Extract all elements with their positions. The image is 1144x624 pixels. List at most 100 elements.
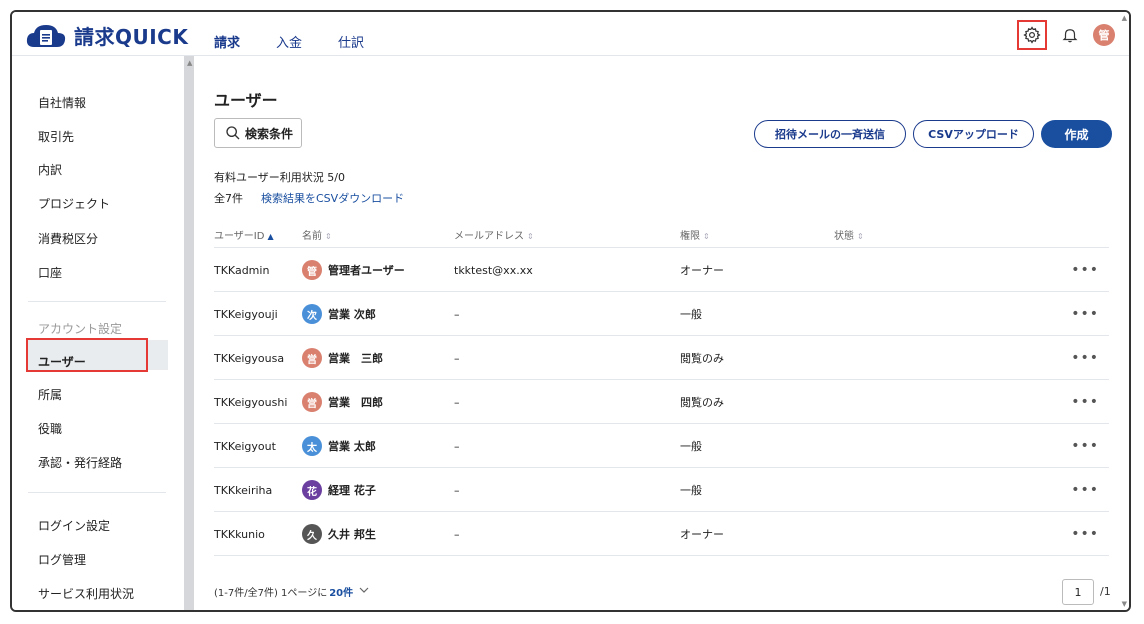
settings-button[interactable]: [1017, 20, 1047, 50]
csv-download-link[interactable]: 検索結果をCSVダウンロード: [261, 190, 404, 206]
name-cell: 太 営業 太郎: [302, 424, 376, 468]
user-avatar: 営: [302, 392, 322, 412]
role-cell: 一般: [680, 440, 702, 453]
name-cell: 営 営業 三郎: [302, 336, 383, 380]
page-number-input[interactable]: 1: [1062, 579, 1094, 605]
user-name: 営業 四郎: [328, 396, 383, 409]
notification-button[interactable]: [1059, 24, 1081, 46]
row-more-icon[interactable]: •••: [1071, 248, 1099, 292]
role-cell: 一般: [680, 308, 702, 321]
column-header-email[interactable]: メールアドレス ⇕: [454, 227, 534, 242]
name-cell: 次 営業 次郎: [302, 292, 376, 336]
app-window: 請求QUICK 請求 入金 仕訳 管 自社情報 取引先 内訳 プロジェクト 消費…: [10, 10, 1131, 612]
column-header-role[interactable]: 権限 ⇕: [680, 227, 710, 242]
column-header-user-id[interactable]: ユーザーID ▲: [214, 227, 274, 242]
table-row[interactable]: TKKeigyouji 次 営業 次郎 – 一般 •••: [214, 292, 1109, 336]
role-cell: オーナー: [680, 264, 724, 277]
sidebar-section-account-settings: アカウント設定: [38, 322, 123, 336]
sort-icon: ⇕: [703, 232, 710, 241]
sidebar-item-service-usage[interactable]: サービス利用状況: [38, 585, 134, 602]
user-name: 久井 邦生: [328, 528, 376, 541]
main-content: ユーザー 検索条件 招待メールの一斉送信 CSVアップロード 作成 有料ユーザー…: [194, 56, 1129, 610]
email-cell: –: [454, 483, 460, 497]
column-header-status[interactable]: 状態 ⇕: [834, 227, 864, 242]
sidebar-item-tax-category[interactable]: 消費税区分: [38, 230, 98, 247]
email-cell: –: [454, 439, 460, 453]
user-id-cell: TKKeigyout: [214, 439, 276, 453]
nav-tab-invoice[interactable]: 請求: [214, 32, 240, 57]
sort-ascending-icon: ▲: [267, 232, 274, 241]
pagination-range: (1-7件/全7件) 1ページに: [214, 588, 328, 599]
table-row[interactable]: TKKeigyoushi 営 営業 四郎 – 閲覧のみ •••: [214, 380, 1109, 424]
column-header-label: 名前: [302, 231, 322, 242]
email-cell: –: [454, 351, 460, 365]
user-name: 管理者ユーザー: [328, 264, 405, 277]
scroll-up-arrow-icon[interactable]: ▲: [1122, 14, 1127, 22]
user-id-cell: TKKeigyoushi: [214, 395, 288, 409]
user-avatar: 次: [302, 304, 322, 324]
sidebar-item-users[interactable]: ユーザー: [38, 353, 86, 370]
app-header: 請求QUICK 請求 入金 仕訳 管: [12, 12, 1129, 56]
table-row[interactable]: TKKkeiriha 花 経理 花子 – 一般 •••: [214, 468, 1109, 512]
nav-tab-journal[interactable]: 仕訳: [338, 32, 364, 57]
sidebar-item-login-settings[interactable]: ログイン設定: [38, 517, 110, 534]
sidebar-item-company-info[interactable]: 自社情報: [38, 94, 86, 111]
user-name: 経理 花子: [328, 484, 376, 497]
sidebar: 自社情報 取引先 内訳 プロジェクト 消費税区分 口座 アカウント設定 ユーザー…: [12, 56, 184, 610]
sidebar-item-approval-route[interactable]: 承認・発行経路: [38, 454, 122, 471]
sidebar-divider: [28, 492, 166, 493]
sidebar-item-log-management[interactable]: ログ管理: [38, 551, 86, 568]
sidebar-item-breakdown[interactable]: 内訳: [38, 161, 62, 178]
cloud-document-icon: [26, 24, 66, 47]
table-row[interactable]: TKKeigyout 太 営業 太郎 – 一般 •••: [214, 424, 1109, 468]
gear-icon: [1023, 26, 1041, 44]
email-cell: tkktest@xx.xx: [454, 263, 533, 277]
row-more-icon[interactable]: •••: [1071, 380, 1099, 424]
table-row[interactable]: TKKadmin 管 管理者ユーザー tkktest@xx.xx オーナー ••…: [214, 248, 1109, 292]
sidebar-item-affiliation[interactable]: 所属: [38, 386, 62, 403]
chevron-down-icon[interactable]: [359, 586, 369, 597]
paid-user-usage: 有料ユーザー利用状況 5/0: [214, 171, 345, 184]
role-cell: 閲覧のみ: [680, 352, 724, 365]
user-name: 営業 三郎: [328, 352, 383, 365]
sidebar-item-clients[interactable]: 取引先: [38, 128, 74, 145]
bulk-invite-button[interactable]: 招待メールの一斉送信: [754, 120, 906, 148]
user-avatar: 久: [302, 524, 322, 544]
name-cell: 花 経理 花子: [302, 468, 376, 512]
role-cell: 閲覧のみ: [680, 396, 724, 409]
user-avatar: 管: [302, 260, 322, 280]
user-name: 営業 次郎: [328, 308, 376, 321]
app-logo[interactable]: 請求QUICK: [26, 21, 188, 50]
row-more-icon[interactable]: •••: [1071, 512, 1099, 556]
column-header-label: 状態: [834, 231, 854, 242]
sidebar-item-projects[interactable]: プロジェクト: [38, 195, 110, 212]
row-more-icon[interactable]: •••: [1071, 468, 1099, 512]
scroll-up-arrow-icon[interactable]: ▲: [187, 59, 192, 67]
row-more-icon[interactable]: •••: [1071, 424, 1099, 468]
sidebar-divider: [28, 301, 166, 302]
user-avatar: 太: [302, 436, 322, 456]
create-button[interactable]: 作成: [1041, 120, 1112, 148]
user-id-cell: TKKkeiriha: [214, 483, 273, 497]
scroll-down-arrow-icon[interactable]: ▼: [1122, 600, 1127, 608]
nav-tab-payment[interactable]: 入金: [276, 32, 302, 57]
csv-upload-button[interactable]: CSVアップロード: [913, 120, 1034, 148]
page-total: /1: [1100, 585, 1111, 598]
search-conditions-button[interactable]: 検索条件: [214, 118, 302, 148]
table-row[interactable]: TKKeigyousa 営 営業 三郎 – 閲覧のみ •••: [214, 336, 1109, 380]
column-header-name[interactable]: 名前 ⇕: [302, 227, 332, 242]
sidebar-item-bank-account[interactable]: 口座: [38, 264, 62, 281]
result-summary: 全7件 検索結果をCSVダウンロード: [214, 190, 404, 206]
sidebar-scrollbar[interactable]: [184, 56, 194, 610]
name-cell: 管 管理者ユーザー: [302, 248, 405, 292]
user-avatar: 営: [302, 348, 322, 368]
per-page-select[interactable]: 20件: [329, 584, 353, 599]
row-more-icon[interactable]: •••: [1071, 292, 1099, 336]
table-row[interactable]: TKKkunio 久 久井 邦生 – オーナー •••: [214, 512, 1109, 556]
sidebar-item-positions[interactable]: 役職: [38, 420, 62, 437]
role-cell: オーナー: [680, 528, 724, 541]
bell-icon: [1062, 29, 1078, 43]
name-cell: 久 久井 邦生: [302, 512, 376, 556]
row-more-icon[interactable]: •••: [1071, 336, 1099, 380]
user-avatar[interactable]: 管: [1093, 24, 1115, 46]
